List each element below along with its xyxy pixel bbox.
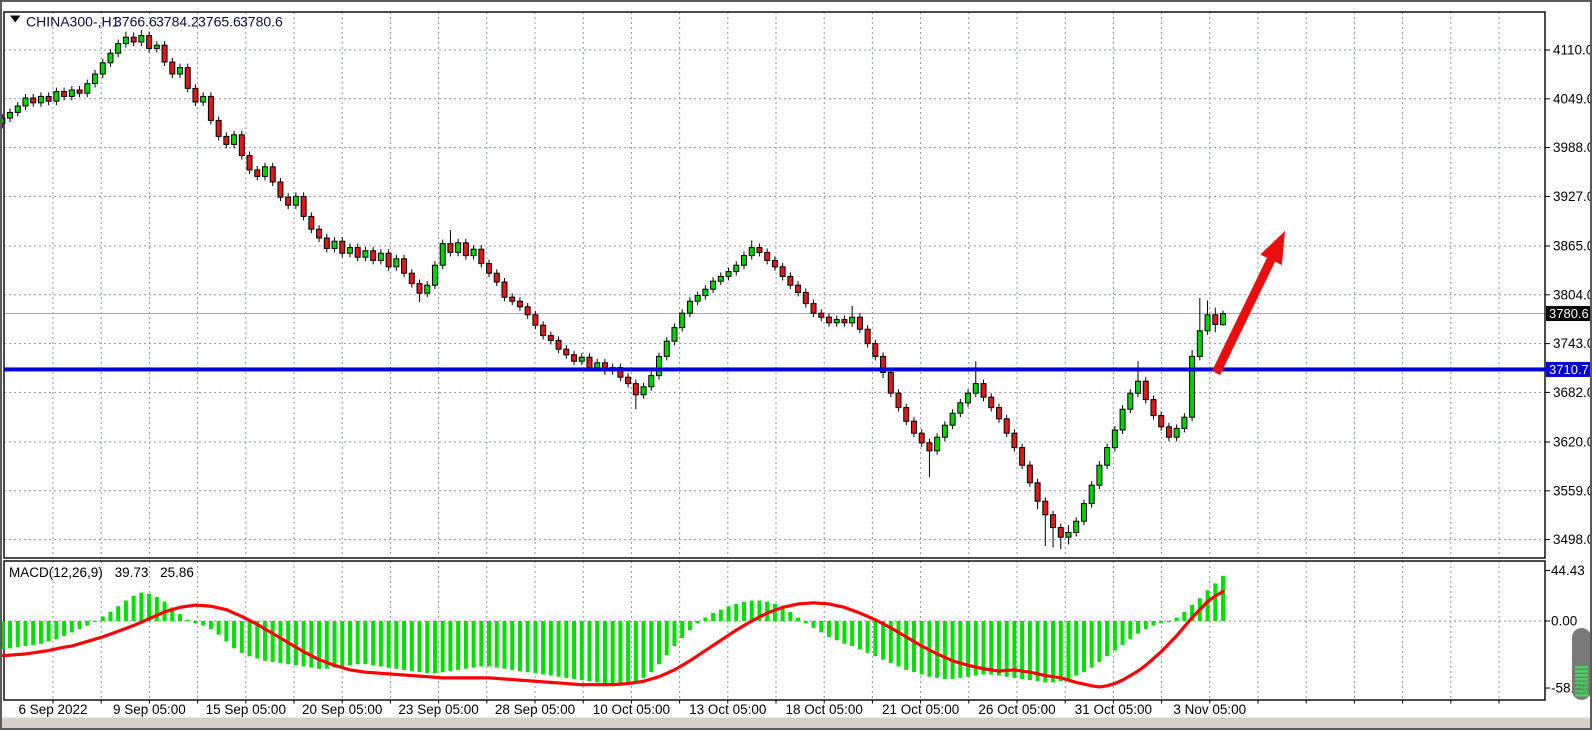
time-axis-surface[interactable] [4, 701, 1545, 717]
main-chart-surface[interactable] [4, 12, 1545, 558]
macd-panel-surface[interactable] [4, 561, 1545, 700]
chart-window: 4110.04049.03988.03927.03865.03804.03743… [0, 0, 1592, 730]
price-chart-svg: 4110.04049.03988.03927.03865.03804.03743… [0, 0, 1592, 730]
price-axis-surface[interactable] [1546, 12, 1590, 700]
